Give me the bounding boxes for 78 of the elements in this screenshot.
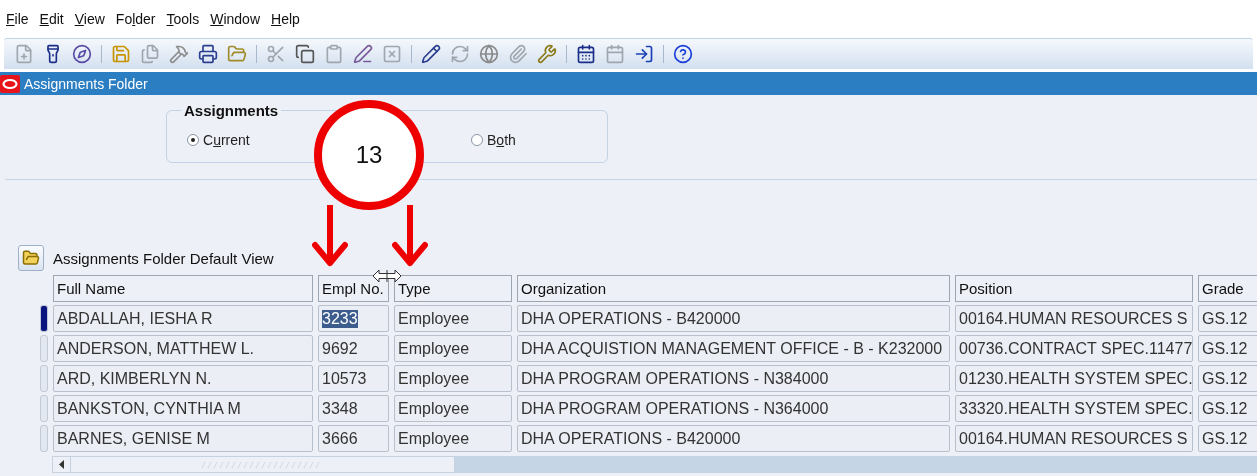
table-cell[interactable]: 00164.HUMAN RESOURCES S <box>955 425 1193 452</box>
table-cell[interactable]: 01230.HEALTH SYSTEM SPEC. <box>955 365 1193 392</box>
table-cell[interactable]: 3233 <box>318 305 389 332</box>
table-cell[interactable]: ANDERSON, MATTHEW L. <box>53 335 313 362</box>
print-icon[interactable] <box>198 44 218 64</box>
menu-item[interactable]: Edit <box>39 11 64 27</box>
new-record-icon[interactable] <box>14 44 34 64</box>
radio-label: Both <box>487 132 516 148</box>
table-cell[interactable]: 9692 <box>318 335 389 362</box>
column-header[interactable]: Type <box>394 275 512 302</box>
column-header[interactable]: Full Name <box>53 275 313 302</box>
save-icon[interactable] <box>111 44 131 64</box>
menu-item[interactable]: Tools <box>166 11 200 27</box>
row-indicator[interactable] <box>40 305 48 332</box>
help-icon[interactable] <box>673 44 693 64</box>
hammer-icon[interactable] <box>169 44 189 64</box>
radio-button[interactable] <box>471 134 483 146</box>
table-cell[interactable]: Employee <box>394 395 512 422</box>
scroll-grip-icon[interactable] <box>201 460 321 469</box>
folder-title: Assignments Folder Default View <box>53 249 274 267</box>
down-arrow <box>392 205 428 267</box>
down-arrow <box>312 205 348 267</box>
menu-item[interactable]: Window <box>210 11 261 27</box>
refresh-icon[interactable] <box>450 44 470 64</box>
cut-icon[interactable] <box>266 44 286 64</box>
table-cell[interactable]: 3666 <box>318 425 389 452</box>
logo-icon <box>0 74 20 93</box>
menu-item[interactable]: View <box>74 11 105 27</box>
table-cell[interactable]: GS.12 <box>1198 305 1257 332</box>
table-cell[interactable]: 3348 <box>318 395 389 422</box>
table-cell[interactable]: DHA PROGRAM OPERATIONS - N364000 <box>517 395 950 422</box>
table-cell[interactable]: GS.12 <box>1198 335 1257 362</box>
menu-item[interactable]: Help <box>271 11 300 27</box>
menu-item[interactable]: File <box>6 11 29 27</box>
column-header[interactable]: Grade <box>1198 275 1257 302</box>
table-cell[interactable]: DHA ACQUISTION MANAGEMENT OFFICE - B - K232000 <box>517 335 950 362</box>
folder-icon[interactable] <box>227 44 247 64</box>
table-cell[interactable]: GS.12 <box>1198 365 1257 392</box>
radio-label: Current <box>203 132 250 148</box>
table-cell[interactable]: 00164.HUMAN RESOURCES S <box>955 305 1193 332</box>
table-cell[interactable]: BANKSTON, CYNTHIA M <box>53 395 313 422</box>
table-cell[interactable]: GS.12 <box>1198 425 1257 452</box>
group-legend: Assignments <box>181 102 282 119</box>
table-cell[interactable]: DHA PROGRAM OPERATIONS - N384000 <box>517 365 950 392</box>
menu-item[interactable]: Folder <box>115 11 156 27</box>
wrench-icon[interactable] <box>537 44 557 64</box>
edit-icon[interactable] <box>353 44 373 64</box>
paste-icon[interactable] <box>324 44 344 64</box>
table-cell[interactable]: Employee <box>394 305 512 332</box>
table-cell[interactable]: Employee <box>394 365 512 392</box>
table-cell[interactable]: Employee <box>394 425 512 452</box>
column-header[interactable]: Organization <box>517 275 950 302</box>
window-title: Assignments Folder <box>24 75 148 92</box>
radio-button[interactable] <box>187 134 199 146</box>
column-header[interactable]: Position <box>955 275 1193 302</box>
exit-icon[interactable] <box>634 44 654 64</box>
compass-icon[interactable] <box>72 44 92 64</box>
table-cell[interactable]: 00736.CONTRACT SPEC.11477 <box>955 335 1193 362</box>
table-cell[interactable]: GS.12 <box>1198 395 1257 422</box>
table-cell[interactable]: 33320.HEALTH SYSTEM SPEC. <box>955 395 1193 422</box>
table-cell[interactable]: ARD, KIMBERLYN N. <box>53 365 313 392</box>
globe-icon[interactable] <box>479 44 499 64</box>
column-header[interactable]: Empl No. <box>318 275 389 302</box>
resize-cursor-icon <box>372 269 402 283</box>
clear-icon[interactable] <box>382 44 402 64</box>
table-cell[interactable]: ABDALLAH, IESHA R <box>53 305 313 332</box>
table-cell[interactable]: DHA OPERATIONS - B420000 <box>517 305 950 332</box>
table-cell[interactable]: 10573 <box>318 365 389 392</box>
files-icon[interactable] <box>140 44 160 64</box>
calendar-icon[interactable] <box>576 44 596 64</box>
paperclip-icon[interactable] <box>508 44 528 64</box>
table-cell[interactable]: Employee <box>394 335 512 362</box>
copy-icon[interactable] <box>295 44 315 64</box>
table-cell[interactable]: DHA OPERATIONS - B420000 <box>517 425 950 452</box>
folder-button[interactable] <box>18 245 44 271</box>
table-cell[interactable]: BARNES, GENISE M <box>53 425 313 452</box>
pencil-icon[interactable] <box>421 44 441 64</box>
horizontal-scrollbar[interactable] <box>52 456 1257 473</box>
